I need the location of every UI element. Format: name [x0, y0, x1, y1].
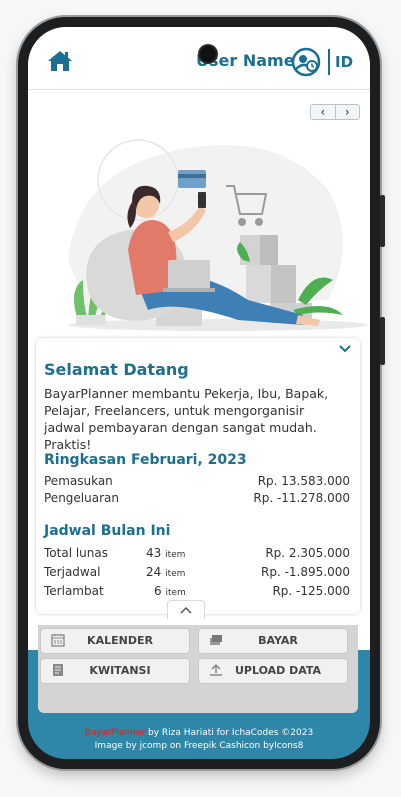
schedule-label: Terlambat: [44, 584, 104, 598]
user-clock-icon[interactable]: [291, 47, 321, 77]
phone-frame: User Name ID ‹ › Selamat Datang BayarPla…: [18, 17, 385, 769]
schedule-value: Rp. -125.000: [272, 584, 350, 598]
schedule-label: Terjadwal: [44, 565, 101, 579]
welcome-title: Selamat Datang: [44, 360, 189, 379]
phone-screen: User Name ID ‹ › Selamat Datang BayarPla…: [28, 27, 370, 759]
schedule-title: Jadwal Bulan Ini: [44, 523, 171, 539]
footer-credits: BayarPlanner by Riza Hariati for IchaCod…: [28, 727, 370, 753]
stage: User Name ID ‹ › Selamat Datang BayarPla…: [0, 0, 401, 797]
schedule-count: 43 item: [146, 546, 186, 560]
chevron-down-icon[interactable]: [338, 344, 352, 354]
collapse-button[interactable]: [167, 600, 205, 619]
credit-line-1: BayarPlanner by Riza Hariati for IchaCod…: [84, 728, 314, 738]
hero-illustration: [68, 139, 368, 331]
summary-label: Pengeluaran: [44, 491, 119, 505]
summary-title: Ringkasan Februari, 2023: [44, 452, 247, 468]
summary-value: Rp. 13.583.000: [257, 474, 350, 488]
upload-data-button[interactable]: UPLOAD DATA: [198, 658, 348, 684]
side-button: [380, 317, 385, 365]
brand-name[interactable]: BayarPlanner: [85, 728, 145, 738]
header-divider: [328, 49, 330, 75]
upload-data-label: UPLOAD DATA: [234, 664, 322, 677]
schedule-count: 6 item: [154, 584, 186, 598]
credit-line-2: Image by jcomp on Freepik Cashicon byIco…: [94, 741, 304, 751]
app-header: User Name ID: [28, 27, 370, 90]
summary-label: Pemasukan: [44, 474, 113, 488]
schedule-value: Rp. 2.305.000: [265, 546, 350, 560]
kalender-label: KALENDER: [87, 634, 153, 647]
schedule-count: 24 item: [146, 565, 186, 579]
main-content: ‹ › Selamat Datang BayarPlanner membantu…: [28, 90, 370, 650]
summary-value: Rp. -11.278.000: [253, 491, 350, 505]
kalender-button[interactable]: KALENDER: [40, 628, 190, 654]
welcome-card: Selamat Datang BayarPlanner membantu Pek…: [36, 338, 360, 619]
chevron-up-icon: [180, 606, 192, 614]
schedule-value: Rp. -1.895.000: [261, 565, 350, 579]
welcome-description: BayarPlanner membantu Pekerja, Ibu, Bapa…: [44, 386, 329, 452]
home-icon[interactable]: [46, 49, 74, 73]
front-camera: [200, 46, 216, 62]
action-toolbar: KALENDER BAYAR KWITANSI UPLOAD DATA: [38, 625, 358, 713]
kwitansi-label: KWITANSI: [89, 664, 151, 677]
side-button: [380, 195, 385, 247]
bayar-label: BAYAR: [258, 634, 298, 647]
schedule-label: Total lunas: [44, 546, 108, 560]
bayar-button[interactable]: BAYAR: [198, 628, 348, 654]
kwitansi-button[interactable]: KWITANSI: [40, 658, 190, 684]
language-toggle[interactable]: ID: [335, 53, 353, 71]
